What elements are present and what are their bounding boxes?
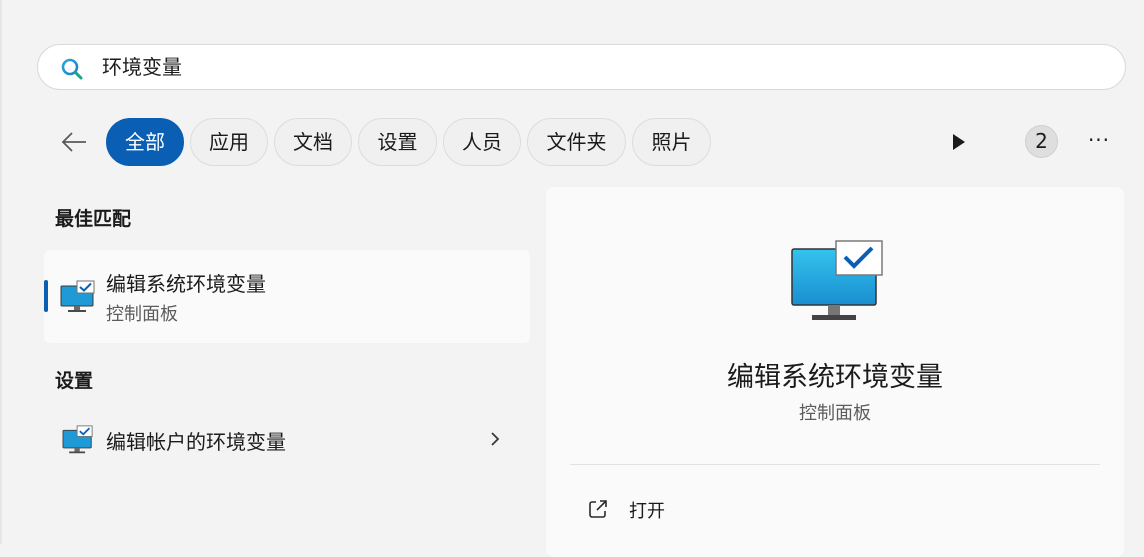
window-edge [0, 0, 2, 544]
search-input[interactable]: 环境变量 [102, 55, 182, 79]
result-count-badge[interactable]: 2 [1025, 125, 1058, 158]
play-icon[interactable] [951, 133, 967, 151]
search-icon [61, 58, 83, 80]
best-match-item[interactable]: 编辑系统环境变量 控制面板 [44, 250, 530, 343]
best-match-title: 编辑系统环境变量 [106, 272, 266, 296]
settings-heading: 设置 [55, 370, 94, 392]
preview-panel: 编辑系统环境变量 控制面板 打开 [546, 187, 1124, 557]
monitor-check-icon [791, 240, 883, 320]
best-match-subtitle: 控制面板 [106, 304, 178, 325]
open-external-icon[interactable] [586, 497, 610, 521]
filter-all[interactable]: 全部 [106, 118, 184, 166]
selection-indicator [44, 280, 48, 312]
divider [570, 464, 1100, 465]
best-match-heading: 最佳匹配 [55, 208, 132, 230]
preview-subtitle: 控制面板 [799, 403, 871, 424]
filter-photos[interactable]: 照片 [632, 118, 711, 166]
search-box[interactable]: 环境变量 [37, 44, 1126, 90]
filter-people[interactable]: 人员 [443, 118, 521, 166]
open-action-button[interactable]: 打开 [629, 497, 665, 523]
filter-apps[interactable]: 应用 [190, 118, 268, 166]
settings-item-account-env-vars[interactable]: 编辑帐户的环境变量 [44, 412, 530, 466]
settings-item-label: 编辑帐户的环境变量 [106, 430, 286, 454]
monitor-check-icon [62, 425, 93, 454]
back-arrow-icon[interactable] [59, 127, 89, 157]
preview-title: 编辑系统环境变量 [727, 362, 943, 393]
more-icon[interactable]: ··· [1086, 130, 1112, 154]
filter-folders[interactable]: 文件夹 [527, 118, 626, 166]
chevron-right-icon[interactable] [488, 430, 502, 448]
monitor-check-icon [60, 280, 95, 312]
filter-settings[interactable]: 设置 [358, 118, 437, 166]
filter-documents[interactable]: 文档 [274, 118, 352, 166]
